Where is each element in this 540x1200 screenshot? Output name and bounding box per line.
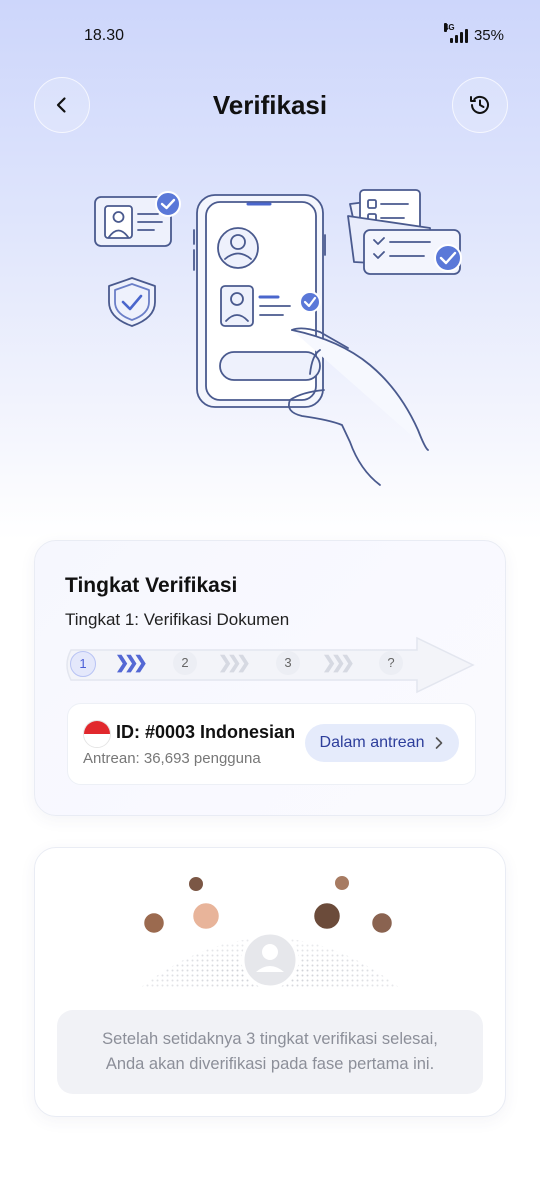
queue-status-label: Dalam antrean <box>319 734 425 751</box>
history-button[interactable] <box>452 77 508 133</box>
status-indicators: 4G 35% <box>443 22 504 44</box>
step-4-indicator: ? <box>379 651 403 675</box>
shield-check-icon <box>108 277 156 327</box>
card-title: Tingkat Verifikasi <box>65 574 238 597</box>
user-avatar-icon <box>141 874 395 936</box>
center-avatar-icon <box>241 931 299 988</box>
note-text-line-2: Anda akan diverifikasi pada fase pertama… <box>105 1055 435 1073</box>
chevron-progress-icon: ❯❯❯ <box>218 653 251 672</box>
signal-icon: 4G <box>443 22 468 43</box>
info-note: Setelah setidaknya 3 tingkat verifikasi … <box>57 1010 483 1094</box>
verification-illustration <box>94 189 462 486</box>
battery-level: 35% <box>473 27 504 44</box>
phone-illustration <box>193 194 326 408</box>
network-type: 4G <box>443 22 455 32</box>
chevron-right-icon <box>436 737 443 749</box>
queue-status-box: ID: #0003 Indonesian Antrean: 36,693 pen… <box>67 703 476 785</box>
step-3-indicator: 3 <box>276 651 300 675</box>
step-2-indicator: 2 <box>173 651 197 675</box>
verification-level-card: Tingkat Verifikasi Tingkat 1: Verifikasi… <box>34 540 506 816</box>
note-text-line-1: Setelah setidaknya 3 tingkat verifikasi … <box>102 1030 438 1048</box>
queue-status-button[interactable]: Dalam antrean <box>305 724 459 762</box>
history-clock-icon <box>470 95 489 114</box>
chevron-progress-icon: ❯❯❯ <box>115 653 148 672</box>
globe-users-illustration <box>140 874 400 988</box>
card-subtitle: Tingkat 1: Verifikasi Dokumen <box>65 610 290 629</box>
chevron-progress-icon: ❯❯❯ <box>322 653 355 672</box>
queue-count: Antrean: 36,693 pengguna <box>83 750 261 767</box>
status-time: 18.30 <box>84 27 125 44</box>
indonesia-flag-icon <box>83 720 111 748</box>
community-card: Setelah setidaknya 3 tingkat verifikasi … <box>34 847 506 1117</box>
step-1-indicator: 1 <box>70 651 96 677</box>
user-id-label: ID: #0003 Indonesian <box>116 722 296 742</box>
